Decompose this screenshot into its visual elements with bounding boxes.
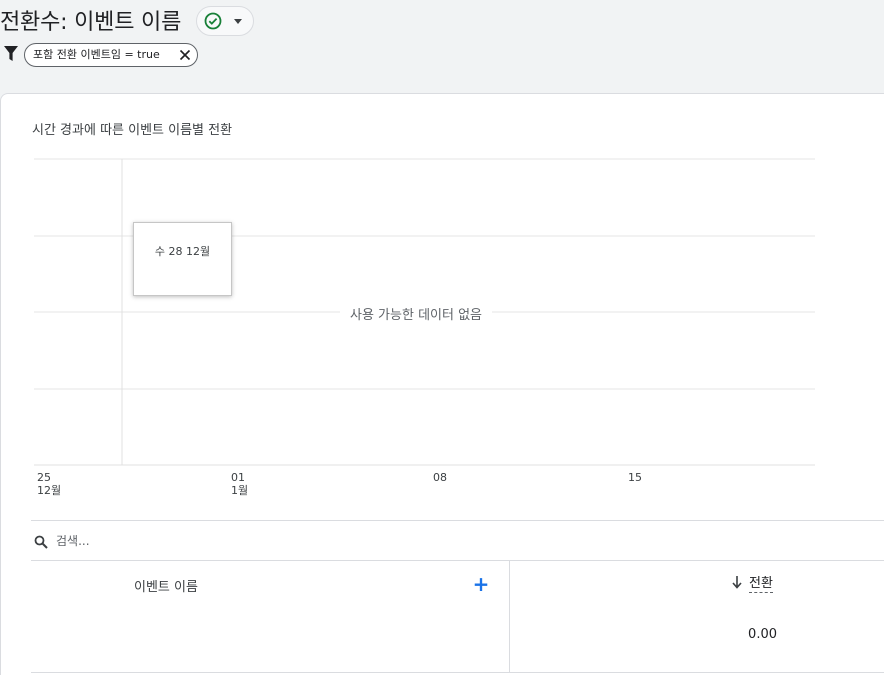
table-search-bar [31, 520, 884, 561]
x-tick-label: 01 1월 [231, 471, 248, 497]
x-tick-day: 15 [628, 471, 642, 484]
x-tick-day: 25 [37, 471, 51, 484]
search-input[interactable] [56, 531, 456, 551]
add-dimension-button[interactable]: + [472, 574, 490, 594]
no-data-message: 사용 가능한 데이터 없음 [340, 304, 492, 323]
search-icon [34, 535, 48, 549]
x-tick-label: 15 [628, 471, 642, 484]
caret-down-icon [234, 19, 242, 24]
x-tick-day: 08 [433, 471, 447, 484]
tooltip-date: 수 28 12월 [154, 245, 211, 258]
page-title: 전환수: 이벤트 이름 [0, 10, 182, 35]
check-circle-icon [204, 12, 222, 30]
x-tick-day: 01 [231, 471, 245, 484]
close-icon[interactable] [179, 49, 191, 61]
chart-tooltip: 수 28 12월 [133, 222, 232, 296]
chart-title: 시간 경과에 따른 이벤트 이름별 전환 [32, 123, 233, 138]
x-tick-label: 08 [433, 471, 447, 484]
column-header-event-name[interactable]: 이벤트 이름 [134, 576, 198, 595]
sort-descending-icon[interactable] [731, 574, 743, 590]
x-tick-month: 1월 [231, 484, 249, 497]
status-dropdown-button[interactable] [196, 6, 254, 36]
total-conversions-value: 0.00 [748, 627, 777, 642]
filter-icon[interactable] [3, 45, 19, 63]
filter-chip[interactable]: 포함 전환 이벤트임 = true [24, 43, 198, 67]
data-table: 이벤트 이름 + 전환 0.00 [31, 561, 884, 673]
x-tick-month: 12월 [37, 484, 62, 497]
column-header-conversions[interactable]: 전환 [749, 572, 773, 593]
filter-chip-label: 포함 전환 이벤트임 = true [33, 48, 160, 61]
column-divider [509, 561, 510, 673]
x-tick-label: 25 12월 [37, 471, 61, 497]
